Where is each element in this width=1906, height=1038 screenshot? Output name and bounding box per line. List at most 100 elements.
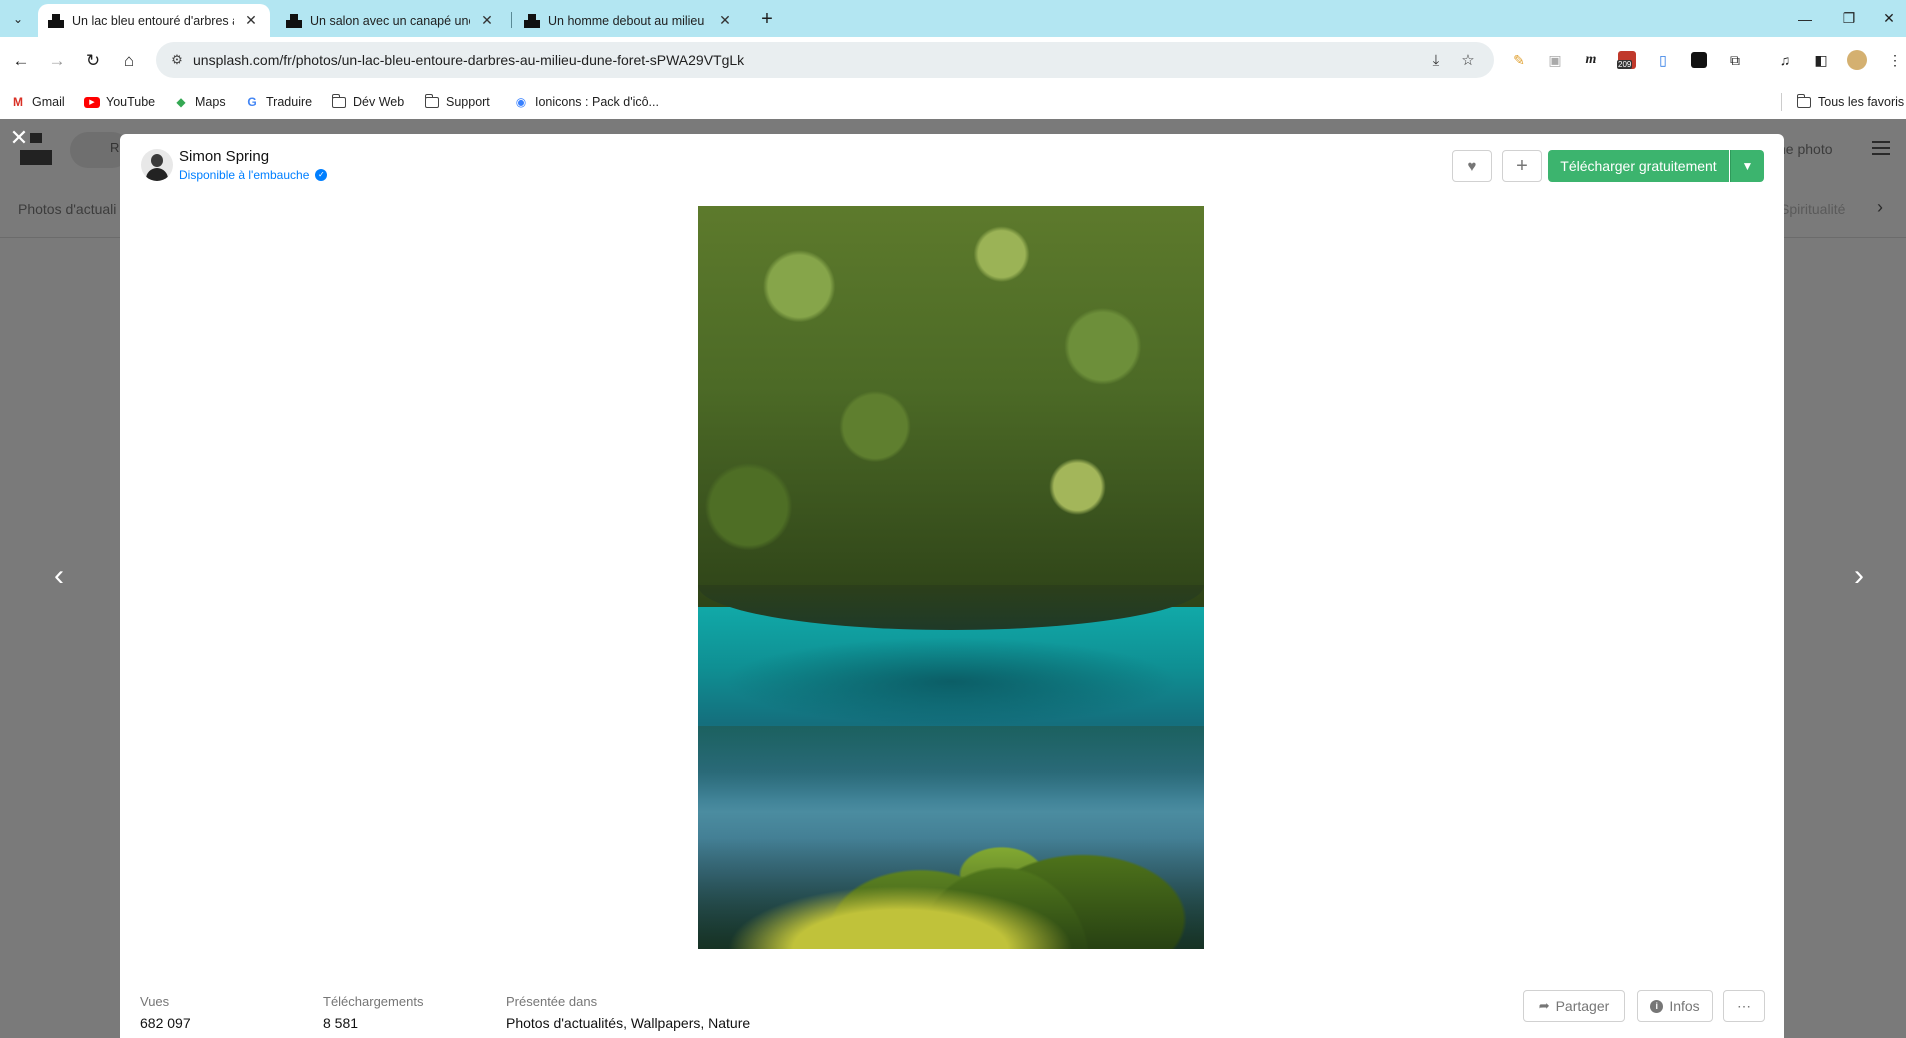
tab-title: Un homme debout au milieu d [548,13,708,28]
unsplash-favicon [286,13,302,29]
tab-strip: ⌄ Un lac bleu entouré d'arbres au ✕ Un s… [0,0,1906,37]
translate-icon: G [247,95,257,109]
tab-separator [511,12,512,28]
address-bar[interactable]: ⚙ unsplash.com/fr/photos/un-lac-bleu-ent… [156,42,1494,78]
extension-dark-icon[interactable] [1689,50,1709,70]
previous-photo-icon[interactable]: ‹ [42,559,76,593]
forward-button[interactable]: → [42,46,72,76]
tab-close-icon[interactable]: ✕ [478,12,496,30]
extensions-puzzle-icon[interactable]: ⧉ [1725,50,1745,70]
tab-3[interactable]: Un homme debout au milieu d ✕ [514,4,744,37]
extension-calendar-icon[interactable]: 209 [1617,50,1637,70]
bookmark-gmail[interactable]: M Gmail [10,91,65,113]
bookmark-label: Maps [195,95,226,109]
bookmark-ionicons[interactable]: ◉ Ionicons : Pack d'icô... [513,91,659,113]
youtube-icon: ▶ [84,94,100,110]
topic-right-partial: Spiritualité [1780,201,1846,217]
views-value: 682 097 [140,1015,191,1031]
more-icon: ⋯ [1737,997,1751,1014]
bookmark-folder-devweb[interactable]: Dév Web [331,91,404,113]
all-bookmarks-folder[interactable]: Tous les favoris [1796,91,1904,113]
share-button[interactable]: ➦ Partager [1523,990,1625,1022]
bookmark-label: Support [446,95,490,109]
reload-button[interactable]: ↻ [78,46,108,76]
add-to-collection-button[interactable]: + [1502,150,1542,182]
tab-active[interactable]: Un lac bleu entouré d'arbres au ✕ [38,4,270,37]
all-bookmarks-label: Tous les favoris [1818,95,1905,109]
tab-close-icon[interactable]: ✕ [242,12,260,30]
bookmarks-separator [1781,93,1782,111]
avatar[interactable] [141,149,173,181]
bookmark-label: Dév Web [353,95,405,109]
bookmark-label: Ionicons : Pack d'icô... [535,95,659,109]
bookmark-star-icon[interactable]: ☆ [1458,50,1478,70]
extension-m-icon[interactable]: m [1581,50,1601,70]
topics-next-icon: › [1877,197,1883,217]
tab-2[interactable]: Un salon avec un canapé une ta ✕ [276,4,506,37]
download-options-button[interactable]: ▼ [1730,150,1764,182]
url-text: unsplash.com/fr/photos/un-lac-bleu-entou… [193,52,745,68]
bookmark-label: Gmail [32,95,65,109]
info-button[interactable]: i Infos [1637,990,1713,1022]
site-info-icon[interactable]: ⚙ [168,51,186,69]
tab-title: Un lac bleu entouré d'arbres au [72,13,234,28]
download-button[interactable]: Télécharger gratuitement [1548,150,1729,182]
verified-icon: ✓ [315,169,328,181]
bookmark-maps[interactable]: ◆ Maps [173,91,226,113]
share-icon: ➦ [1538,998,1550,1013]
next-photo-icon[interactable]: › [1842,559,1876,593]
media-controls-icon[interactable]: ♫ [1775,50,1795,70]
gmail-icon: M [13,95,23,109]
author-name[interactable]: Simon Spring [179,148,269,165]
share-label: Partager [1555,998,1610,1014]
photo-forest [698,206,1204,608]
views-label: Vues [140,994,170,1009]
bookmarks-bar: M Gmail ▶ YouTube ◆ Maps G Traduire Dév … [0,85,1906,119]
tab-search-button[interactable]: ⌄ [6,7,30,31]
like-button[interactable]: ♥ [1452,150,1492,182]
downloads-label: Téléchargements [323,994,424,1009]
extension-pen-icon[interactable]: ✎ [1509,50,1529,70]
unsplash-favicon [48,13,64,29]
back-button[interactable]: ← [6,46,36,76]
minimize-button[interactable]: — [1782,0,1828,37]
info-icon: i [1650,999,1664,1013]
topic-left-partial: Photos d'actuali [18,201,117,217]
hire-text: Disponible à l'embauche [179,168,310,182]
tab-title: Un salon avec un canapé une ta [310,13,470,28]
folder-icon [1796,93,1812,110]
featured-value[interactable]: Photos d'actualités, Wallpapers, Nature [506,1015,750,1031]
chevron-down-icon: ▼ [1741,159,1754,173]
close-window-button[interactable]: ✕ [1866,0,1906,37]
bookmark-label: YouTube [106,95,156,109]
bookmark-translate[interactable]: G Traduire [244,91,312,113]
home-button[interactable]: ⌂ [114,46,144,76]
downloads-value: 8 581 [323,1015,359,1031]
extension-box-icon[interactable]: ▣ [1545,50,1565,70]
bookmark-folder-support[interactable]: Support [424,91,490,113]
browser-menu-icon[interactable]: ⋮ [1885,50,1905,70]
folder-icon [331,93,347,110]
side-panel-icon[interactable]: ◧ [1811,50,1831,70]
main-photo[interactable] [698,206,1204,949]
hire-link[interactable]: Disponible à l'embauche ✓ [179,168,328,182]
maps-icon: ◆ [176,95,186,109]
extension-doc-icon[interactable]: ▯ [1653,50,1673,70]
bookmark-youtube[interactable]: ▶ YouTube [84,91,155,113]
more-actions-button[interactable]: ⋯ [1723,990,1765,1022]
info-label: Infos [1669,998,1700,1014]
ionicons-icon: ◉ [515,95,527,109]
photo-water-shade [723,636,1179,727]
featured-label: Présentée dans [506,994,598,1009]
plus-icon: + [1516,154,1528,177]
extension-badge: 209 [1617,60,1633,69]
tab-close-icon[interactable]: ✕ [716,12,734,30]
new-tab-button[interactable]: + [754,6,780,32]
profile-avatar[interactable] [1847,50,1867,70]
heart-icon: ♥ [1467,157,1477,175]
page-backdrop[interactable]: R ne photo Photos d'actuali Spiritualité… [0,119,1906,1038]
search-placeholder-partial: R [110,140,120,155]
close-icon[interactable]: ✕ [8,125,30,150]
install-app-icon[interactable]: ⤓ [1426,50,1446,70]
photo-modal: Simon Spring Disponible à l'embauche ✓ ♥… [120,134,1784,1038]
